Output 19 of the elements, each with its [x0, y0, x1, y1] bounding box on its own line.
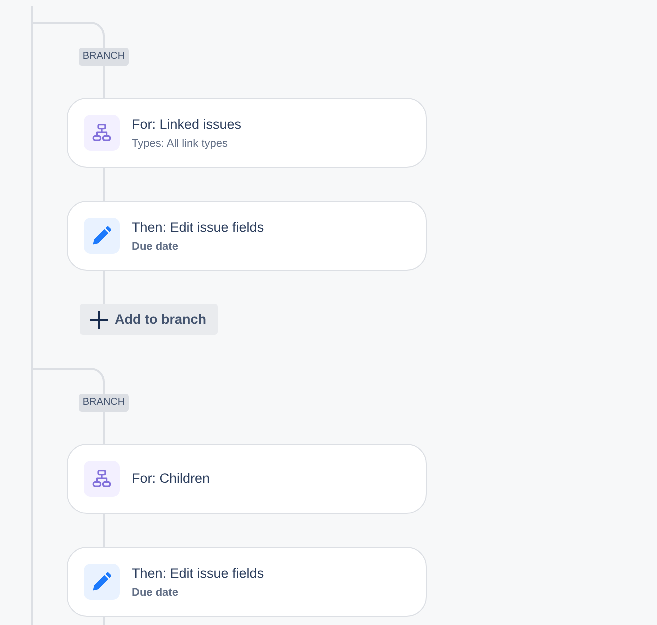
pencil-icon	[84, 218, 120, 254]
step-title: Then: Edit issue fields	[132, 218, 264, 236]
add-to-branch-button[interactable]: Add to branch	[80, 304, 218, 335]
step-card[interactable]: For: Children	[67, 444, 427, 514]
step-detail: Due date	[132, 240, 180, 254]
hierarchy-icon	[84, 115, 120, 151]
step-title: For: Children	[132, 470, 210, 488]
step-title: For: Linked issues	[132, 116, 242, 134]
plus-icon	[90, 310, 108, 328]
branch-tag: BRANCH	[78, 394, 130, 412]
pencil-icon	[84, 564, 120, 600]
hierarchy-icon	[84, 461, 120, 497]
step-card[interactable]: Then: Edit issue fields Due date	[67, 201, 427, 271]
step-detail: Types: All link types	[132, 136, 229, 150]
step-title: Then: Edit issue fields	[132, 564, 264, 582]
branch-tag: BRANCH	[78, 48, 130, 66]
step-card[interactable]: For: Linked issues Types: All link types	[67, 98, 427, 168]
step-detail: Due date	[132, 586, 180, 600]
step-card[interactable]: Then: Edit issue fields Due date	[67, 547, 427, 617]
